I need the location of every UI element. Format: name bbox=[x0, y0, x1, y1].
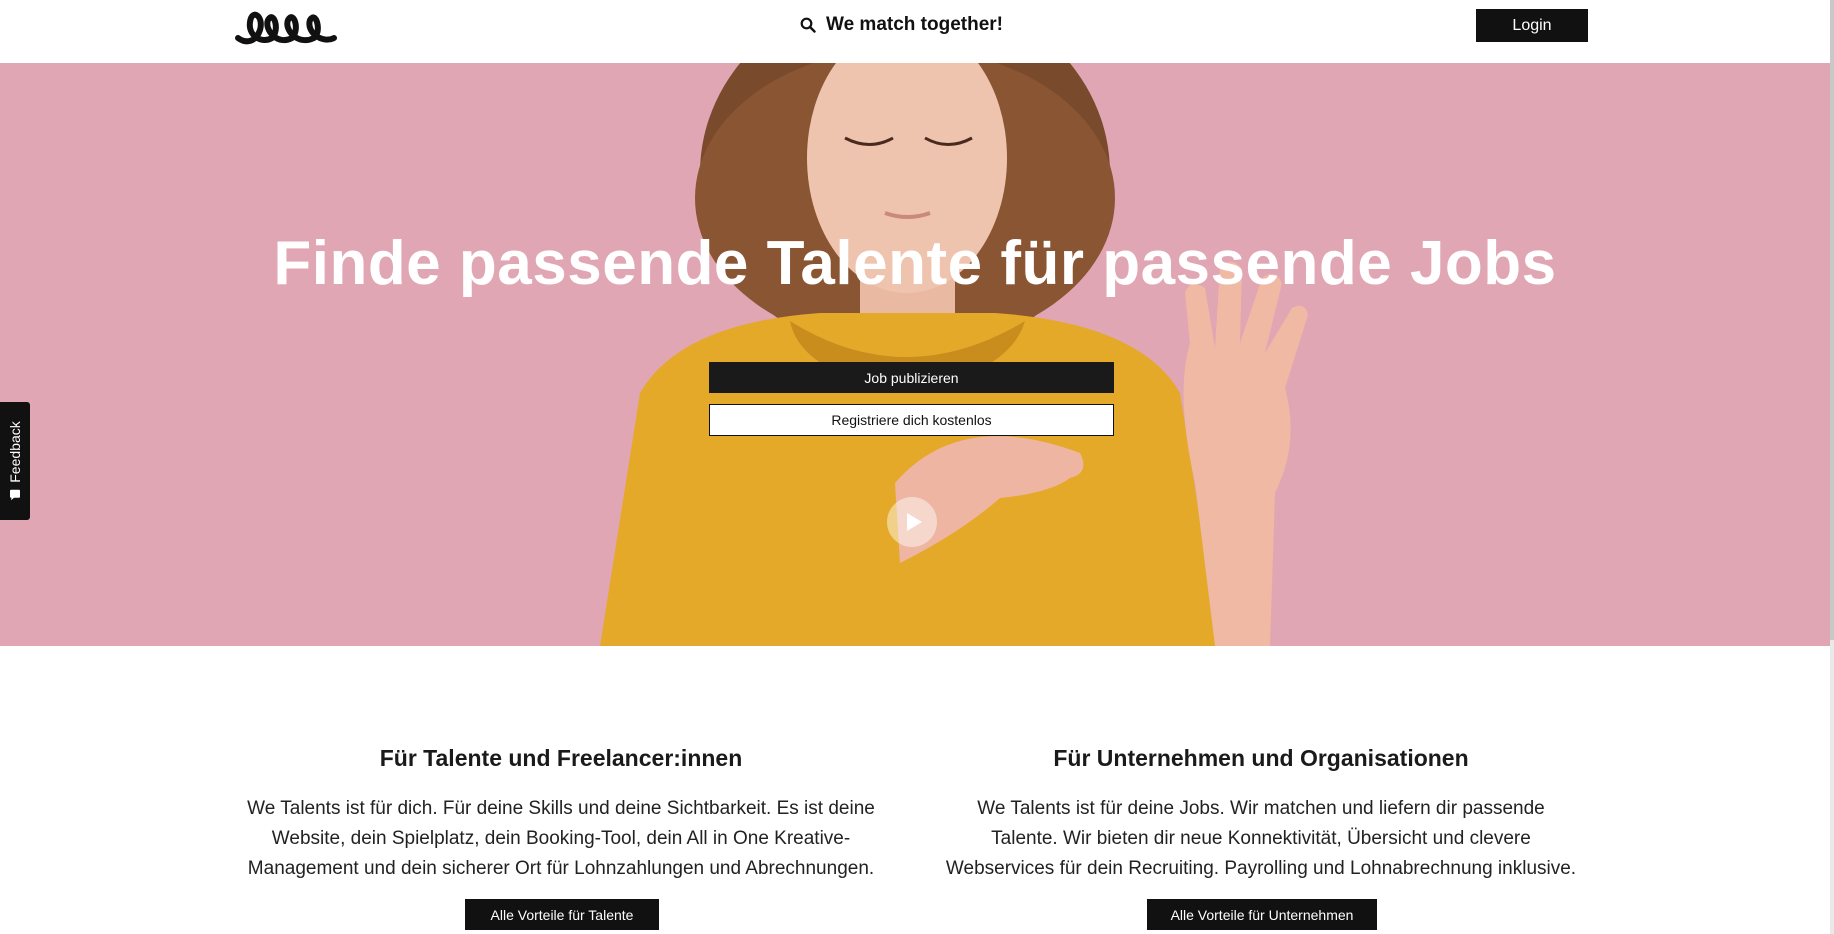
login-button[interactable]: Login bbox=[1476, 9, 1588, 42]
tagline-text: We match together! bbox=[826, 14, 1004, 35]
talents-text: We Talents ist für dich. Für deine Skill… bbox=[247, 798, 875, 879]
play-video-button[interactable] bbox=[887, 497, 937, 547]
tagline[interactable]: We match together! bbox=[800, 12, 1003, 38]
talents-heading: Für Talente und Freelancer:innen bbox=[379, 745, 743, 771]
feedback-tab[interactable]: Feedback bbox=[0, 402, 30, 520]
talents-section: Für Talente und Freelancer:innen We Tale… bbox=[236, 745, 886, 884]
site-header: We match together! Login bbox=[0, 0, 1834, 63]
search-icon bbox=[800, 17, 816, 33]
page-scrollbar[interactable] bbox=[1830, 0, 1834, 934]
feedback-label: Feedback bbox=[7, 421, 23, 483]
register-button[interactable]: Registriere dich kostenlos bbox=[709, 404, 1114, 436]
companies-heading: Für Unternehmen und Organisationen bbox=[1053, 745, 1469, 771]
talents-benefits-button[interactable]: Alle Vorteile für Talente bbox=[465, 899, 659, 930]
we-talents-logo[interactable] bbox=[234, 0, 338, 50]
speech-bubble-icon bbox=[10, 489, 20, 501]
publish-job-button[interactable]: Job publizieren bbox=[709, 362, 1114, 393]
hero-section: Finde passende Talente für passende Jobs… bbox=[0, 63, 1830, 646]
companies-section: Für Unternehmen und Organisationen We Ta… bbox=[936, 745, 1586, 884]
companies-text: We Talents ist für deine Jobs. Wir match… bbox=[945, 798, 1577, 879]
scrollbar-thumb[interactable] bbox=[1830, 0, 1834, 640]
companies-benefits-button[interactable]: Alle Vorteile für Unternehmen bbox=[1147, 899, 1377, 930]
hero-image bbox=[0, 63, 1830, 646]
hero-title: Finde passende Talente für passende Jobs bbox=[273, 229, 1557, 298]
